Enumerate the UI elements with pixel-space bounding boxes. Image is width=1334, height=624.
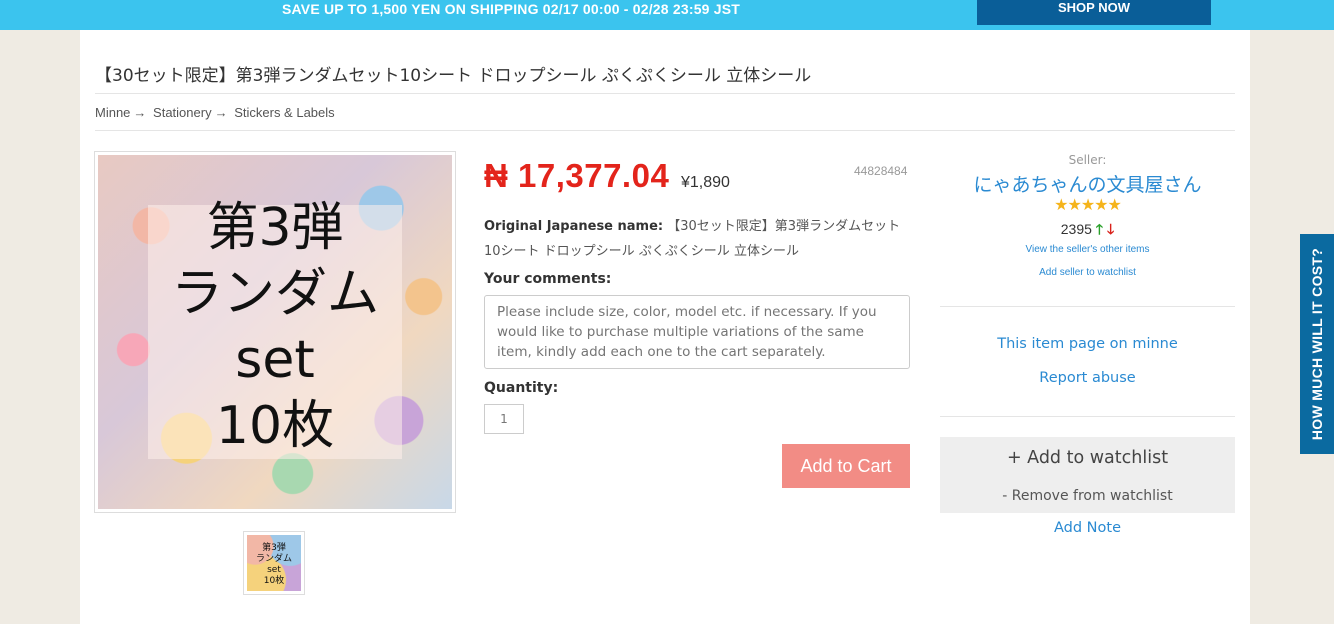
divider — [95, 93, 1235, 94]
arrow-up-icon: 🡑 — [1095, 221, 1104, 237]
report-abuse-link[interactable]: Report abuse — [940, 370, 1235, 386]
divider — [940, 416, 1235, 417]
add-note-link[interactable]: Add Note — [940, 520, 1235, 536]
breadcrumb-stickers[interactable]: Stickers & Labels — [234, 105, 334, 120]
divider — [95, 130, 1235, 131]
thumbnail-photo: 第3弾 ランダム set 10枚 — [247, 535, 301, 591]
original-name: Original Japanese name: 【30セット限定】第3弾ランダム… — [484, 214, 909, 264]
remove-from-watchlist-button[interactable]: - Remove from watchlist — [940, 488, 1235, 504]
add-seller-watchlist-link[interactable]: Add seller to watchlist — [940, 267, 1235, 278]
minne-item-page-link[interactable]: This item page on minne — [940, 336, 1235, 352]
seller-rating: 2395 🡑 🡓 — [940, 219, 1235, 243]
promo-banner: SAVE UP TO 1,500 YEN ON SHIPPING 02/17 0… — [0, 0, 1334, 30]
arrow-down-icon: 🡓 — [1106, 221, 1115, 237]
quantity-label: Quantity: — [484, 380, 559, 396]
comments-field[interactable] — [484, 295, 910, 369]
add-to-cart-button[interactable]: Add to Cart — [782, 444, 910, 488]
how-much-cost-label: HOW MUCH WILL IT COST? — [1309, 247, 1325, 441]
price-yen: ¥1,890 — [681, 174, 730, 191]
sticker-photo: 第3弾 ランダム set 10枚 — [98, 155, 452, 509]
page-title: 【30セット限定】第3弾ランダムセット10シート ドロップシール ぷくぷくシール… — [95, 66, 812, 86]
price-converted: ₦ 17,377.04 — [484, 157, 670, 194]
seller-name-link[interactable]: にゃあちゃんの文具屋さん — [940, 170, 1235, 197]
breadcrumb-separator: → — [214, 105, 228, 120]
divider — [940, 306, 1235, 307]
watchlist-box: + Add to watchlist - Remove from watchli… — [940, 437, 1235, 513]
product-thumbnail[interactable]: 第3弾 ランダム set 10枚 — [243, 531, 305, 595]
seller-rating-stars: ★★★★★ — [1054, 195, 1122, 214]
how-much-cost-tab[interactable]: HOW MUCH WILL IT COST? — [1300, 234, 1334, 454]
breadcrumb-separator: → — [133, 105, 147, 120]
breadcrumb-minne[interactable]: Minne — [95, 105, 130, 120]
shop-now-button[interactable]: SHOP NOW — [977, 0, 1211, 25]
seller-label: Seller: — [1068, 153, 1107, 167]
rating-count: 2395 — [1060, 221, 1092, 237]
product-page: 【30セット限定】第3弾ランダムセット10シート ドロップシール ぷくぷくシール… — [80, 30, 1250, 624]
quantity-input[interactable]: 1 — [484, 404, 524, 434]
original-name-label: Original Japanese name: — [484, 219, 664, 234]
thumbnail-caption: 第3弾 ランダム set 10枚 — [255, 543, 292, 586]
breadcrumb-stationery[interactable]: Stationery — [153, 105, 212, 120]
item-id: 44828484 — [854, 164, 908, 178]
image-caption: 第3弾 ランダム set 10枚 — [170, 198, 379, 456]
promo-text: SAVE UP TO 1,500 YEN ON SHIPPING 02/17 0… — [282, 1, 741, 17]
seller-other-items-link[interactable]: View the seller's other items — [940, 244, 1235, 255]
comments-label: Your comments: — [484, 271, 612, 287]
product-main-image[interactable]: 第3弾 ランダム set 10枚 — [94, 151, 456, 513]
breadcrumb: Minne → Stationery → Stickers & Labels — [95, 105, 335, 120]
add-to-watchlist-button[interactable]: + Add to watchlist — [940, 448, 1235, 468]
